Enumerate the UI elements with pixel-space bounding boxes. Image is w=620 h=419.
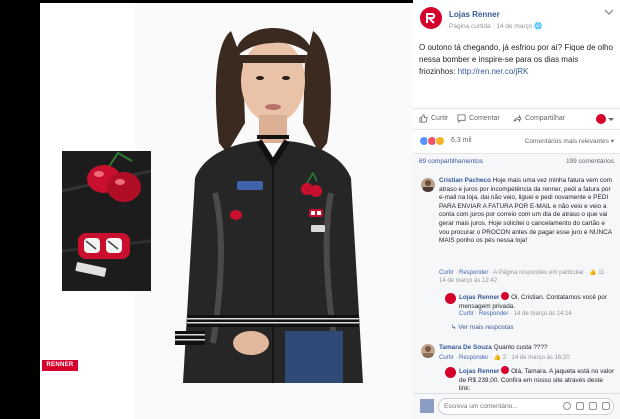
comment-like-icon: 👍 (493, 355, 502, 361)
composer-tools (563, 402, 610, 410)
reply-arrow-icon: ↳ (451, 324, 457, 331)
comment-avatar[interactable] (421, 344, 435, 358)
photo-viewer: RENNER (0, 0, 413, 419)
post-actions: Curtir Comentar Compartilhar (413, 108, 620, 130)
comment-icon (457, 114, 466, 123)
page-selector[interactable] (596, 114, 614, 124)
comments-list: Cristian Pacheco Hoje mais uma vez minha… (413, 169, 620, 393)
wow-reaction-icon[interactable] (435, 136, 445, 146)
comment-label: Comentar (469, 115, 500, 122)
post-date[interactable]: 14 de março (496, 23, 532, 30)
thumbs-up-icon (419, 114, 428, 123)
comment-reply-link[interactable]: Responder (459, 270, 488, 276)
reply-date[interactable]: 14 de março às 14:14 (514, 311, 572, 317)
comments-count[interactable]: 199 comentários (566, 158, 614, 165)
meta-separator: · (492, 23, 495, 30)
view-more-replies[interactable]: ↳ Ver mais respostas (451, 323, 514, 331)
reply-avatar[interactable] (445, 367, 456, 378)
reply-avatar[interactable] (445, 293, 456, 304)
reaction-count[interactable]: 6,3 mil (451, 137, 472, 144)
verified-page-icon (501, 366, 510, 374)
post-meta: Página curtida · 14 de março 🌐 (449, 22, 542, 30)
globe-icon: 🌐 (534, 23, 543, 30)
comment-text: Hoje mais uma vez minha fatura vem com a… (439, 177, 612, 245)
post-photo[interactable]: RENNER (40, 3, 413, 419)
comment-avatar[interactable] (421, 178, 435, 192)
comment-text: Quanto custa ???? (493, 344, 548, 351)
share-label: Compartilhar (525, 115, 566, 122)
comment-reply-link[interactable]: Responder (459, 355, 488, 361)
comment-actions: Curtir · Responder · A Página respondeu … (439, 270, 609, 284)
caret-down-icon (608, 117, 614, 121)
shares-count[interactable]: 69 compartilhamentos (419, 158, 483, 165)
comment-actions: Curtir · Responder · 👍 2 · 14 de março à… (439, 355, 570, 361)
chevron-down-icon[interactable] (604, 8, 614, 16)
comment-like-count: 2 (502, 355, 507, 361)
share-icon (513, 114, 522, 123)
model-illustration (175, 28, 363, 383)
reply-author[interactable]: Lojas Renner (459, 294, 500, 301)
user-avatar-icon (423, 180, 433, 192)
comment-like-icon: 👍 (589, 270, 597, 276)
post-sidebar: Lojas Renner Página curtida · 14 de març… (413, 0, 620, 419)
comment: Cristian Pacheco Hoje mais uma vez minha… (439, 177, 615, 246)
share-button[interactable]: Compartilhar (513, 114, 565, 123)
current-user-avatar (420, 399, 434, 413)
comment-author[interactable]: Tamara De Souza (439, 344, 492, 351)
reply-like-link[interactable]: Curtir (459, 311, 474, 317)
comment: Tamara De Souza Quanto custa ???? (439, 344, 615, 353)
detail-inset-image (62, 151, 151, 291)
comment-like-count: 11 (598, 270, 605, 276)
comment-date[interactable]: 14 de março às 16:20 (512, 355, 570, 361)
post-message: O outono tá chegando, já esfriou por aí?… (419, 42, 615, 78)
reactions-row: 6,3 mil Comentários mais relevantes ▾ (413, 132, 620, 150)
post-link[interactable]: http://ren.ner.co/jRK (458, 67, 529, 76)
post-header: Lojas Renner Página curtida · 14 de març… (413, 0, 620, 34)
page-name-link[interactable]: Lojas Renner (449, 10, 500, 19)
comment-like-link[interactable]: Curtir (439, 270, 454, 276)
like-label: Curtir (431, 115, 449, 122)
emoji-icon[interactable] (563, 402, 571, 410)
comment-like-link[interactable]: Curtir (439, 355, 454, 361)
comment-sort-dropdown[interactable]: Comentários mais relevantes ▾ (525, 137, 614, 145)
page-mini-avatar (596, 114, 606, 124)
camera-icon[interactable] (576, 402, 584, 410)
reply-actions: Curtir · Responder · 14 de março às 14:1… (459, 311, 572, 317)
comment-author[interactable]: Cristian Pacheco (439, 177, 491, 184)
like-button[interactable]: Curtir (419, 114, 448, 123)
sticker-icon[interactable] (602, 402, 610, 410)
page-liked-label: Página curtida (449, 23, 491, 30)
reply: Lojas Renner Oi, Cristian. Contatamos vo… (459, 292, 615, 311)
view-more-replies-label: Ver mais respostas (458, 324, 514, 331)
stats-row: 69 compartilhamentos 199 comentários (413, 153, 620, 169)
user-avatar-icon (423, 346, 433, 358)
renner-logo: RENNER (42, 360, 78, 371)
comment-date[interactable]: 14 de março às 12:42 (439, 278, 497, 284)
verified-page-icon (501, 292, 510, 300)
renner-r-icon (426, 13, 436, 24)
page-avatar[interactable] (420, 7, 442, 29)
gif-icon[interactable] (589, 402, 597, 410)
comment-composer (413, 393, 620, 419)
reply: Lojas Renner Olá, Tamara. A jaqueta está… (459, 366, 615, 393)
page-replied-note: A Página respondeu em particular (493, 270, 584, 276)
reply-reply-link[interactable]: Responder (479, 311, 508, 317)
reply-author[interactable]: Lojas Renner (459, 368, 500, 375)
comment-button[interactable]: Comentar (457, 114, 500, 123)
